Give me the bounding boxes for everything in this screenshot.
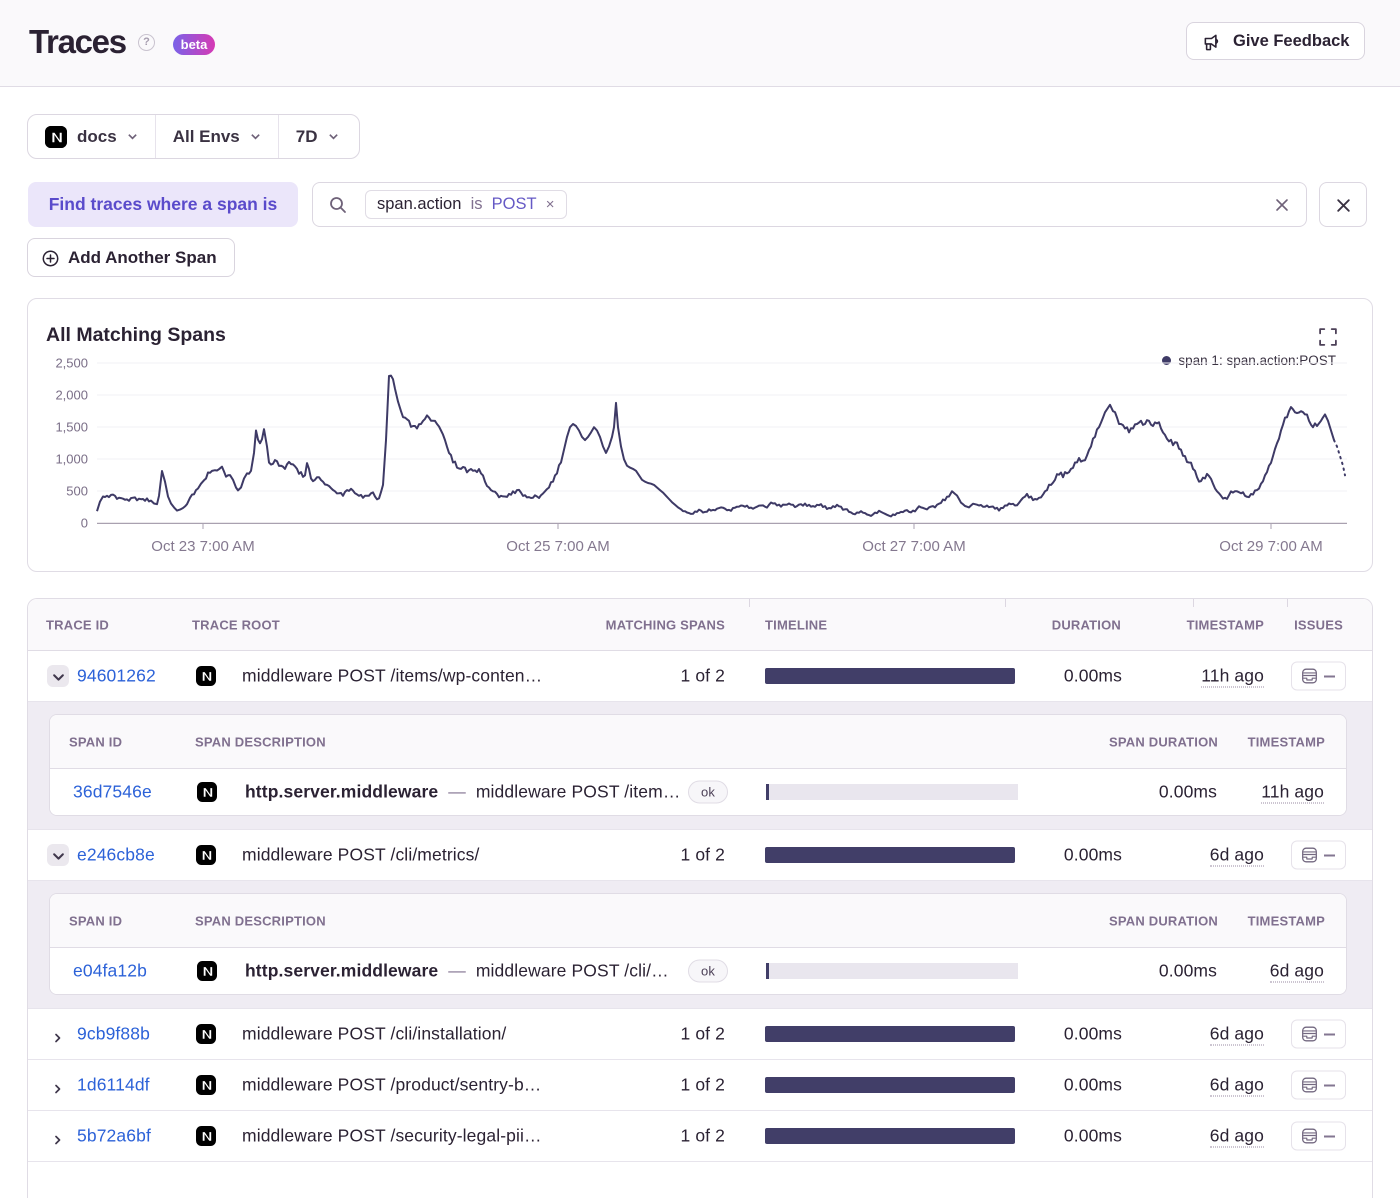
svg-text:1,500: 1,500 xyxy=(55,420,88,435)
svg-text:500: 500 xyxy=(66,484,88,499)
svg-text:1,000: 1,000 xyxy=(55,452,88,467)
svg-text:Oct 29 7:00 AM: Oct 29 7:00 AM xyxy=(1219,538,1322,555)
svg-text:Oct 27 7:00 AM: Oct 27 7:00 AM xyxy=(862,538,965,555)
svg-text:2,500: 2,500 xyxy=(55,356,88,371)
svg-text:Oct 23 7:00 AM: Oct 23 7:00 AM xyxy=(151,538,254,555)
svg-text:Oct 25 7:00 AM: Oct 25 7:00 AM xyxy=(506,538,609,555)
svg-text:0: 0 xyxy=(81,516,88,531)
svg-text:2,000: 2,000 xyxy=(55,388,88,403)
